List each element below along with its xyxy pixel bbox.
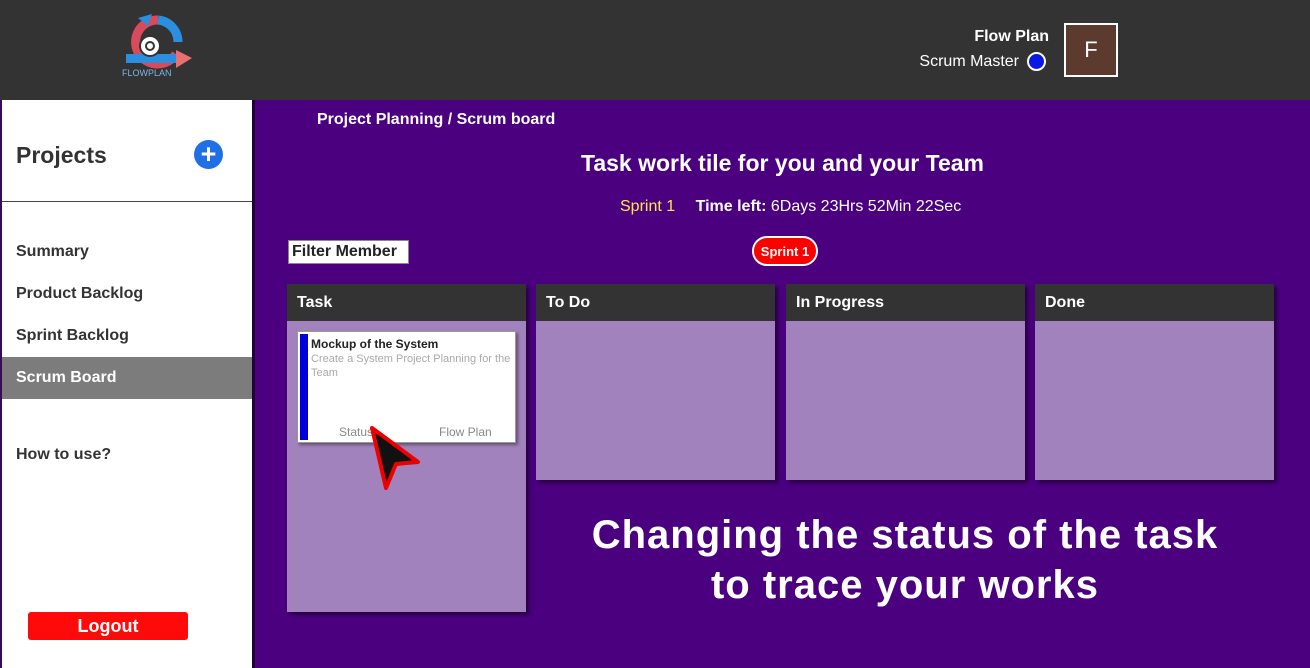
time-left-value: 6Days 23Hrs 52Min 22Sec — [770, 198, 962, 215]
filter-member-input[interactable]: Filter Member — [288, 240, 409, 264]
caption-line-1: Changing the status of the task — [591, 513, 1219, 557]
user-avatar[interactable]: F — [1064, 23, 1118, 77]
sidebar: Projects + Summary Product Backlog Sprin… — [0, 100, 252, 668]
task-title: Mockup of the System — [311, 337, 439, 351]
how-to-use-link[interactable]: How to use? — [16, 446, 111, 464]
role-status-indicator — [1027, 52, 1046, 71]
sidebar-item-sprint-backlog[interactable]: Sprint Backlog — [2, 315, 252, 357]
caption-line-2: to trace your works — [710, 563, 1099, 607]
column-body-done[interactable] — [1035, 321, 1274, 480]
sidebar-item-product-backlog[interactable]: Product Backlog — [2, 273, 252, 315]
column-in-progress: In Progress — [786, 284, 1025, 480]
column-body-todo[interactable] — [536, 321, 775, 480]
top-header: FLOWPLAN Flow Plan Scrum Master F — [0, 0, 1310, 100]
user-role: Scrum Master — [919, 53, 1019, 70]
add-project-button[interactable]: + — [194, 140, 223, 169]
promo-caption: Changing the status of the task to trace… — [555, 510, 1255, 610]
column-header-in-progress: In Progress — [786, 284, 1025, 321]
column-header-todo: To Do — [536, 284, 775, 321]
sidebar-item-summary[interactable]: Summary — [2, 231, 252, 273]
projects-title: Projects — [16, 142, 107, 168]
breadcrumb: Project Planning / Scrum board — [317, 111, 556, 128]
sidebar-divider — [2, 201, 252, 202]
main-content: Project Planning / Scrum board Task work… — [252, 100, 1310, 668]
sprint-name: Sprint 1 — [620, 198, 676, 215]
task-priority-bar — [300, 334, 308, 440]
sidebar-item-scrum-board[interactable]: Scrum Board — [2, 357, 252, 399]
column-body-in-progress[interactable] — [786, 321, 1025, 480]
mouse-pointer-icon — [370, 426, 420, 490]
user-name: Flow Plan — [974, 28, 1049, 45]
flowplan-logo[interactable]: FLOWPLAN — [118, 14, 198, 82]
logo-text: FLOWPLAN — [122, 68, 172, 78]
sprint-badge[interactable]: Sprint 1 — [752, 236, 818, 266]
task-description: Create a System Project Planning for the… — [311, 353, 511, 379]
logout-button[interactable]: Logout — [28, 612, 188, 640]
sprint-info: Sprint 1 Time left: 6Days 23Hrs 52Min 22… — [620, 198, 961, 216]
time-left-label: Time left: — [695, 198, 767, 215]
column-header-task: Task — [287, 284, 526, 321]
task-owner: Flow Plan — [439, 425, 492, 439]
column-header-done: Done — [1035, 284, 1274, 321]
column-todo: To Do — [536, 284, 775, 480]
page-title: Task work tile for you and your Team — [580, 150, 985, 176]
column-done: Done — [1035, 284, 1274, 480]
